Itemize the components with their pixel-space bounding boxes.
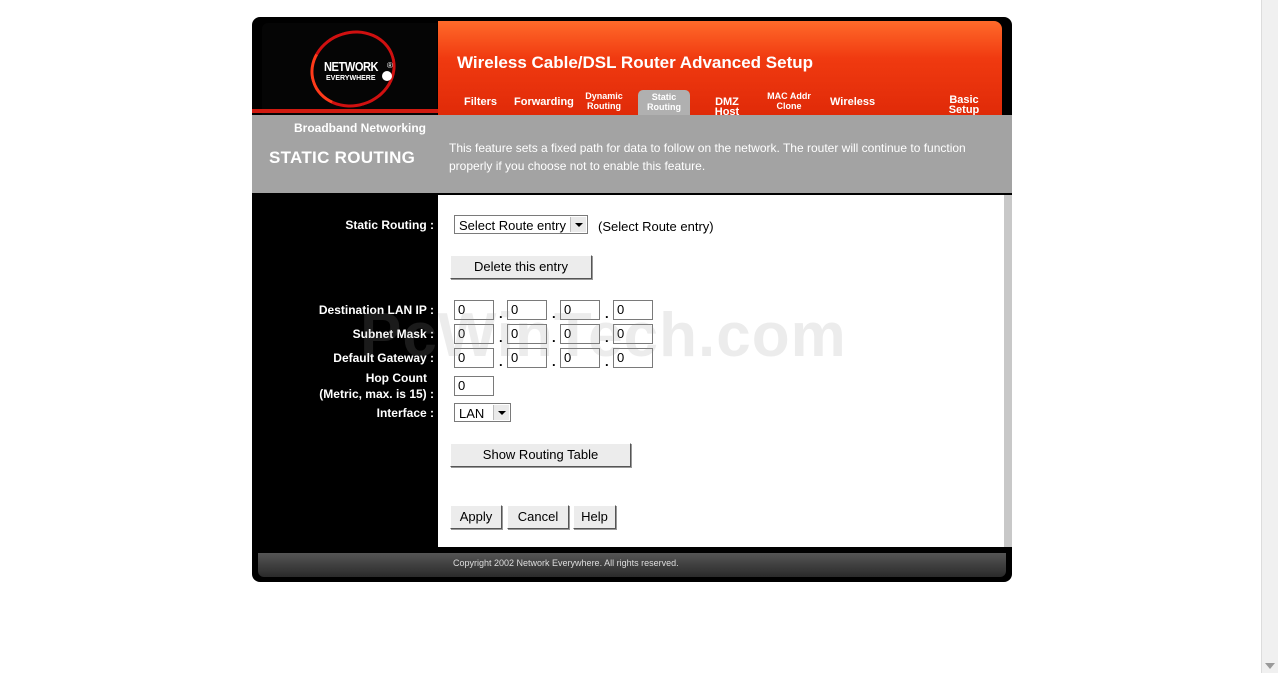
ip-separator: . (552, 354, 556, 369)
tab-dmz-host[interactable]: DMZ Host (704, 97, 750, 118)
subnet-octet-1[interactable]: 0 (454, 324, 494, 344)
logo-dot (382, 71, 392, 81)
dest-ip-octet-1[interactable]: 0 (454, 300, 494, 320)
ip-separator: . (552, 330, 556, 345)
route-entry-select-value: Select Route entry (459, 218, 566, 233)
gateway-octet-1[interactable]: 0 (454, 348, 494, 368)
interface-select[interactable]: LAN (454, 403, 511, 422)
ip-separator: . (499, 306, 503, 321)
app-title: Wireless Cable/DSL Router Advanced Setup (457, 53, 813, 72)
show-routing-table-button[interactable]: Show Routing Table (450, 443, 631, 467)
copyright-text: Copyright 2002 Network Everywhere. All r… (453, 558, 679, 568)
tab-static-routing[interactable]: Static Routing (638, 90, 690, 115)
tab-wireless[interactable]: Wireless (830, 97, 875, 108)
tab-filters[interactable]: Filters (464, 97, 497, 108)
interface-select-value: LAN (459, 406, 485, 421)
dest-ip-octet-2[interactable]: 0 (507, 300, 547, 320)
form-panel-edge (1004, 195, 1012, 547)
feature-description: This feature sets a fixed path for data … (449, 141, 966, 173)
tab-dynamic-routing[interactable]: Dynamic Routing (582, 91, 626, 111)
form-panel (438, 195, 1004, 547)
scroll-down-arrow-icon[interactable] (1265, 663, 1275, 669)
subnet-octet-2[interactable]: 0 (507, 324, 547, 344)
ip-separator: . (605, 354, 609, 369)
broadband-networking-label: Broadband Networking (294, 121, 427, 135)
gateway-octet-2[interactable]: 0 (507, 348, 547, 368)
route-entry-hint: (Select Route entry) (598, 219, 714, 234)
subnet-octet-3[interactable]: 0 (560, 324, 600, 344)
apply-button[interactable]: Apply (450, 505, 502, 529)
hop-count-label: Hop Count (365, 371, 427, 385)
cancel-button[interactable]: Cancel (507, 505, 569, 529)
hop-count-input[interactable]: 0 (454, 376, 494, 396)
ip-separator: . (499, 354, 503, 369)
tab-mac-addr-clone[interactable]: MAC Addr Clone (764, 91, 814, 111)
ip-separator: . (605, 306, 609, 321)
chevron-down-icon (570, 217, 586, 232)
gateway-octet-3[interactable]: 0 (560, 348, 600, 368)
vertical-scrollbar[interactable] (1261, 0, 1278, 673)
logo-text-network: NETWORK (324, 59, 379, 74)
static-routing-label: Static Routing : (345, 218, 434, 232)
help-button[interactable]: Help (573, 505, 616, 529)
hop-count-sublabel: (Metric, max. is 15) : (319, 387, 434, 401)
interface-label: Interface : (376, 406, 434, 420)
logo-text-everywhere: EVERYWHERE (326, 75, 376, 82)
chevron-down-icon (493, 405, 509, 420)
delete-entry-button[interactable]: Delete this entry (450, 255, 592, 279)
page-title: STATIC ROUTING (269, 148, 416, 167)
gateway-octet-4[interactable]: 0 (613, 348, 653, 368)
dest-ip-octet-4[interactable]: 0 (613, 300, 653, 320)
default-gateway-label: Default Gateway : (333, 351, 434, 365)
ip-separator: . (499, 330, 503, 345)
tab-forwarding[interactable]: Forwarding (514, 97, 574, 108)
destination-lan-ip-label: Destination LAN IP : (318, 303, 434, 317)
ip-separator: . (605, 330, 609, 345)
tab-basic-setup[interactable]: Basic Setup (934, 95, 994, 116)
logo: NETWORK EVERYWHERE ® (262, 19, 437, 119)
subnet-octet-4[interactable]: 0 (613, 324, 653, 344)
ip-separator: . (552, 306, 556, 321)
dest-ip-octet-3[interactable]: 0 (560, 300, 600, 320)
logo-registered-mark: ® (387, 61, 393, 70)
route-entry-select[interactable]: Select Route entry (454, 215, 588, 234)
logo-swoosh (252, 109, 438, 113)
subnet-mask-label: Subnet Mask : (352, 327, 434, 341)
